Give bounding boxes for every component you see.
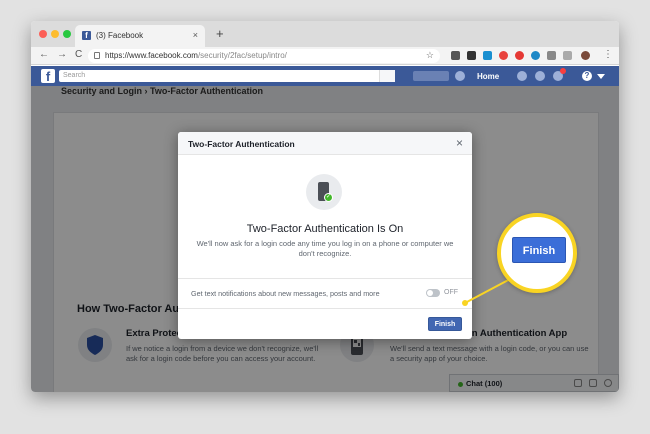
- help-icon[interactable]: ?: [582, 71, 592, 81]
- phone-check-icon: ✓: [306, 174, 342, 210]
- profile-avatar[interactable]: [581, 51, 590, 60]
- dialog-heading: Two-Factor Authentication Is On: [246, 223, 404, 235]
- extension-grid-icon[interactable]: [467, 51, 476, 60]
- address-toolbar: ← → C https://www.facebook.com/security/…: [31, 47, 619, 65]
- url-text: https://www.facebook.com/security/2fac/s…: [105, 51, 287, 60]
- extension-red-icon[interactable]: [515, 51, 524, 60]
- account-menu-chevron-icon[interactable]: [597, 74, 605, 79]
- reload-button[interactable]: C: [75, 49, 82, 60]
- messages-icon[interactable]: [535, 71, 545, 81]
- two-factor-dialog: Two-Factor Authentication × ✓ Two-Factor…: [178, 132, 472, 339]
- dialog-description: We'll now ask for a login code any time …: [196, 239, 454, 258]
- profile-name-link[interactable]: [413, 71, 449, 81]
- zoomed-finish-button[interactable]: Finish: [512, 237, 566, 263]
- url-path: /security/2fac/setup/intro/: [197, 51, 287, 60]
- extension-gmail-icon[interactable]: [547, 51, 556, 60]
- toggle-state: OFF: [444, 289, 458, 296]
- url-host: https://www.facebook.com: [105, 51, 198, 60]
- extension-cast-icon[interactable]: [483, 51, 492, 60]
- bookmark-star-icon[interactable]: ☆: [426, 50, 434, 61]
- toggle-knob: [427, 290, 433, 296]
- notifications-badge: [560, 68, 566, 74]
- tab-facebook[interactable]: f (3) Facebook ×: [75, 25, 205, 47]
- search-placeholder: Search: [63, 72, 86, 79]
- browser-window: f (3) Facebook × + ← → C https://www.fac…: [31, 21, 619, 392]
- extension-pinterest-icon[interactable]: [499, 51, 508, 60]
- divider: [178, 308, 472, 309]
- divider: [178, 278, 472, 279]
- close-icon[interactable]: ×: [456, 136, 463, 150]
- finish-button[interactable]: Finish: [428, 317, 462, 331]
- facebook-top-bar: f Search Home ?: [31, 66, 619, 86]
- text-notifications-label: Get text notifications about new message…: [191, 289, 380, 298]
- facebook-logo[interactable]: f: [41, 69, 55, 84]
- friend-requests-icon[interactable]: [517, 71, 527, 81]
- finish-zoom-callout: Finish: [497, 213, 577, 293]
- dialog-header: Two-Factor Authentication ×: [178, 132, 472, 155]
- back-button[interactable]: ←: [39, 49, 49, 60]
- new-tab-button[interactable]: +: [216, 26, 224, 41]
- extension-pocket-icon[interactable]: [451, 51, 460, 60]
- minimize-window-button[interactable]: [51, 30, 59, 38]
- facebook-favicon-icon: f: [82, 31, 91, 40]
- browser-menu-icon[interactable]: ⋮: [603, 49, 613, 60]
- extension-gray-icon[interactable]: [563, 51, 572, 60]
- address-bar[interactable]: https://www.facebook.com/security/2fac/s…: [88, 49, 440, 63]
- tab-title: (3) Facebook: [96, 31, 144, 40]
- dialog-title: Two-Factor Authentication: [188, 139, 295, 149]
- lock-icon: [94, 52, 100, 59]
- home-link[interactable]: Home: [477, 72, 499, 81]
- tab-strip: f (3) Facebook × +: [31, 21, 619, 47]
- forward-button[interactable]: →: [57, 49, 67, 60]
- extension-blue-icon[interactable]: [531, 51, 540, 60]
- check-icon: ✓: [324, 193, 333, 202]
- close-window-button[interactable]: [39, 30, 47, 38]
- text-notifications-toggle[interactable]: [426, 289, 440, 297]
- maximize-window-button[interactable]: [63, 30, 71, 38]
- facebook-search-input[interactable]: Search: [59, 70, 395, 82]
- tab-close-icon[interactable]: ×: [193, 30, 198, 40]
- search-icon[interactable]: [379, 70, 395, 82]
- find-friends-icon[interactable]: [455, 71, 465, 81]
